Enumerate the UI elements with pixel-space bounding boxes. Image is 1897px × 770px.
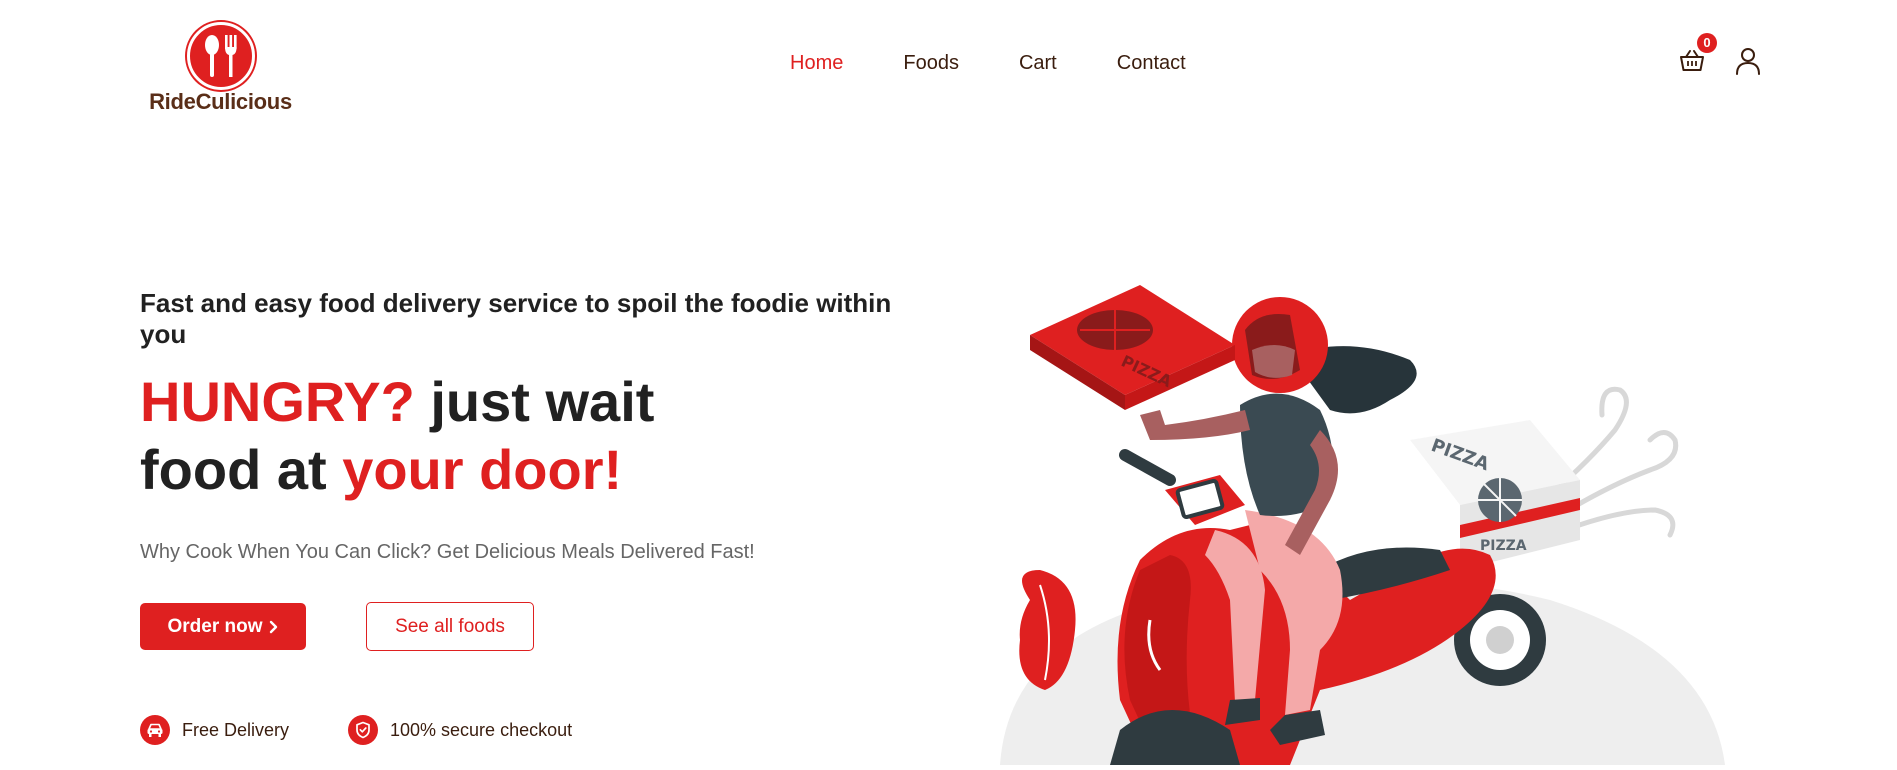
car-icon: [140, 715, 170, 745]
chevron-right-icon: [269, 620, 277, 633]
nav-foods[interactable]: Foods: [903, 52, 959, 84]
feature-label: 100% secure checkout: [390, 719, 573, 740]
hero-title: HUNGRY? just wait food at your door!: [140, 368, 654, 504]
feature-secure-checkout: 100% secure checkout: [348, 714, 572, 746]
see-all-foods-button[interactable]: See all foods: [366, 602, 534, 651]
feature-label: Free Delivery: [182, 719, 290, 740]
brand-name: RideCulicious: [149, 89, 292, 114]
nav-cart[interactable]: Cart: [1019, 52, 1057, 84]
title-your-door: your door!: [342, 438, 623, 501]
hero-subtitle: Fast and easy food delivery service to s…: [140, 288, 892, 349]
cart-count-badge: 0: [1697, 33, 1717, 53]
delivery-scooter-illustration: PIZZA PIZZA PIZZA: [990, 270, 1730, 765]
logo[interactable]: RideCulicious: [148, 22, 293, 117]
user-icon[interactable]: [1734, 46, 1762, 76]
order-now-button[interactable]: Order now: [140, 603, 306, 650]
nav-home[interactable]: Home: [790, 52, 843, 84]
shield-check-icon: [348, 715, 378, 745]
main-nav: Home Foods Cart Contact: [790, 52, 1246, 84]
feature-free-delivery: Free Delivery: [140, 714, 289, 746]
nav-contact[interactable]: Contact: [1117, 52, 1186, 84]
logo-mark: [187, 22, 255, 90]
title-just-wait: just wait: [414, 370, 655, 433]
order-now-label: Order now: [167, 615, 263, 637]
hero-tagline: Why Cook When You Can Click? Get Delicio…: [140, 541, 755, 563]
title-hungry: HUNGRY?: [140, 370, 415, 433]
svg-text:PIZZA: PIZZA: [1480, 538, 1527, 554]
title-food-at: food at: [140, 438, 343, 501]
spoon-fork-icon: [205, 35, 237, 77]
